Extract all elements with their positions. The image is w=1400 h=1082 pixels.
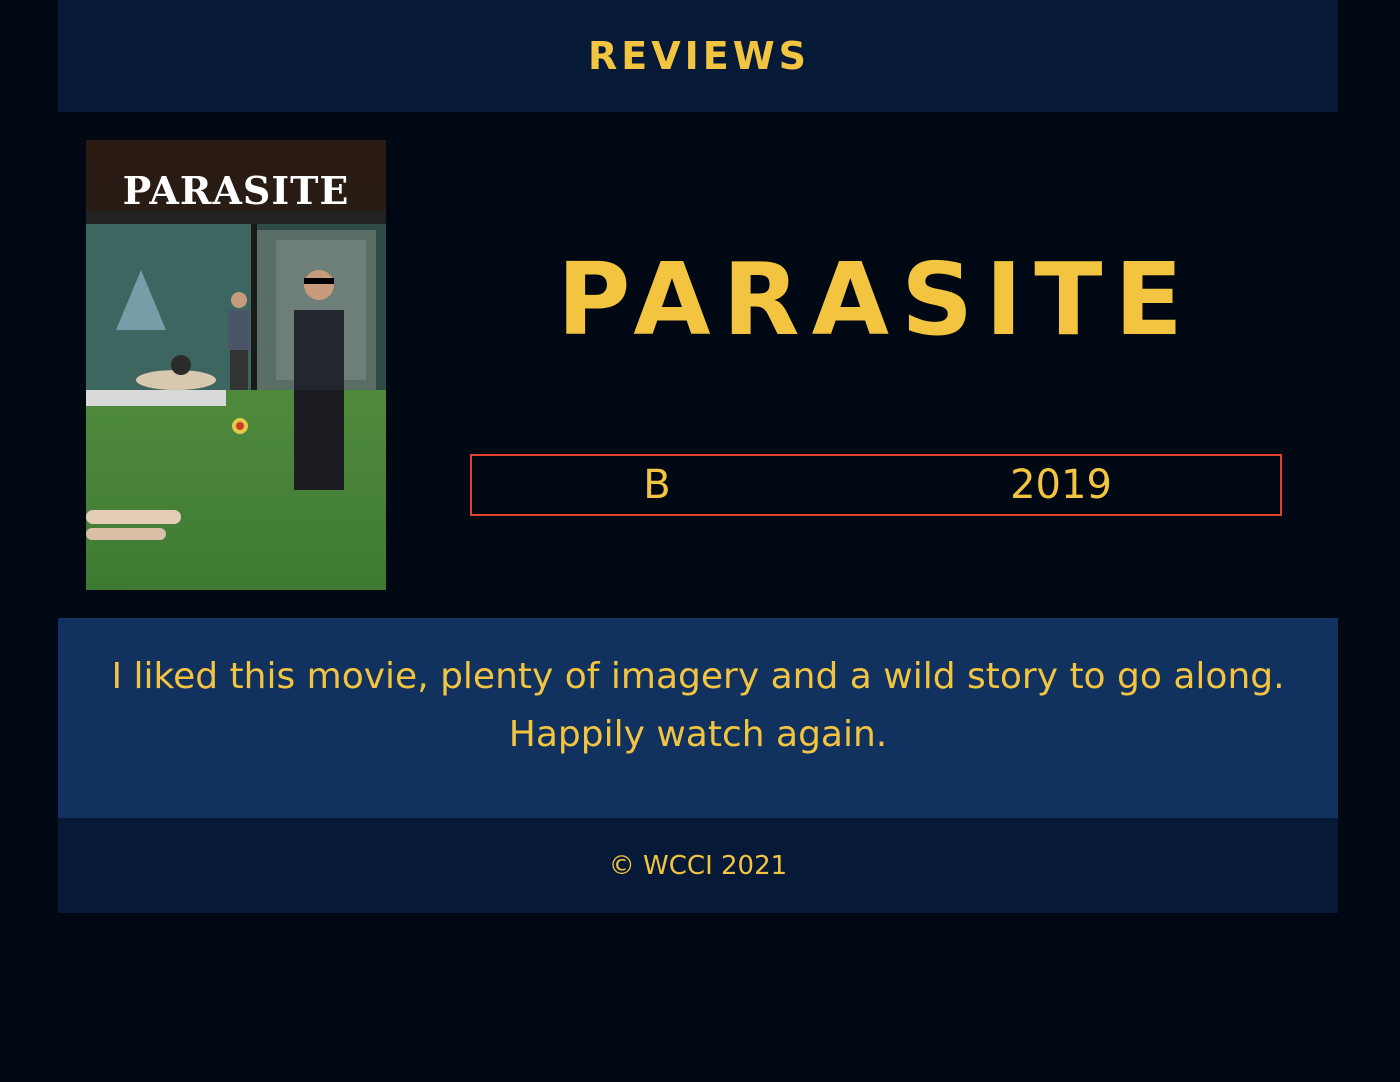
review-text: I liked this movie, plenty of imagery an… bbox=[111, 656, 1285, 755]
copyright-text: © WCCI 2021 bbox=[608, 850, 788, 881]
review-section: I liked this movie, plenty of imagery an… bbox=[58, 618, 1338, 818]
movie-year: 2019 bbox=[1010, 462, 1112, 508]
poster-title-text: PARASITE bbox=[122, 168, 350, 213]
page: REVIEWS PARASITE PARASITE B 2019 I liked… bbox=[58, 0, 1338, 913]
site-footer: © WCCI 2021 bbox=[58, 818, 1338, 913]
reviews-nav-link[interactable]: REVIEWS bbox=[588, 34, 810, 78]
movie-grade: B bbox=[643, 462, 671, 508]
movie-poster: PARASITE bbox=[86, 140, 386, 590]
movie-title: PARASITE bbox=[557, 241, 1195, 358]
movie-section: PARASITE PARASITE B 2019 bbox=[58, 112, 1338, 618]
site-header: REVIEWS bbox=[58, 0, 1338, 112]
movie-info-box: B 2019 bbox=[470, 454, 1282, 516]
